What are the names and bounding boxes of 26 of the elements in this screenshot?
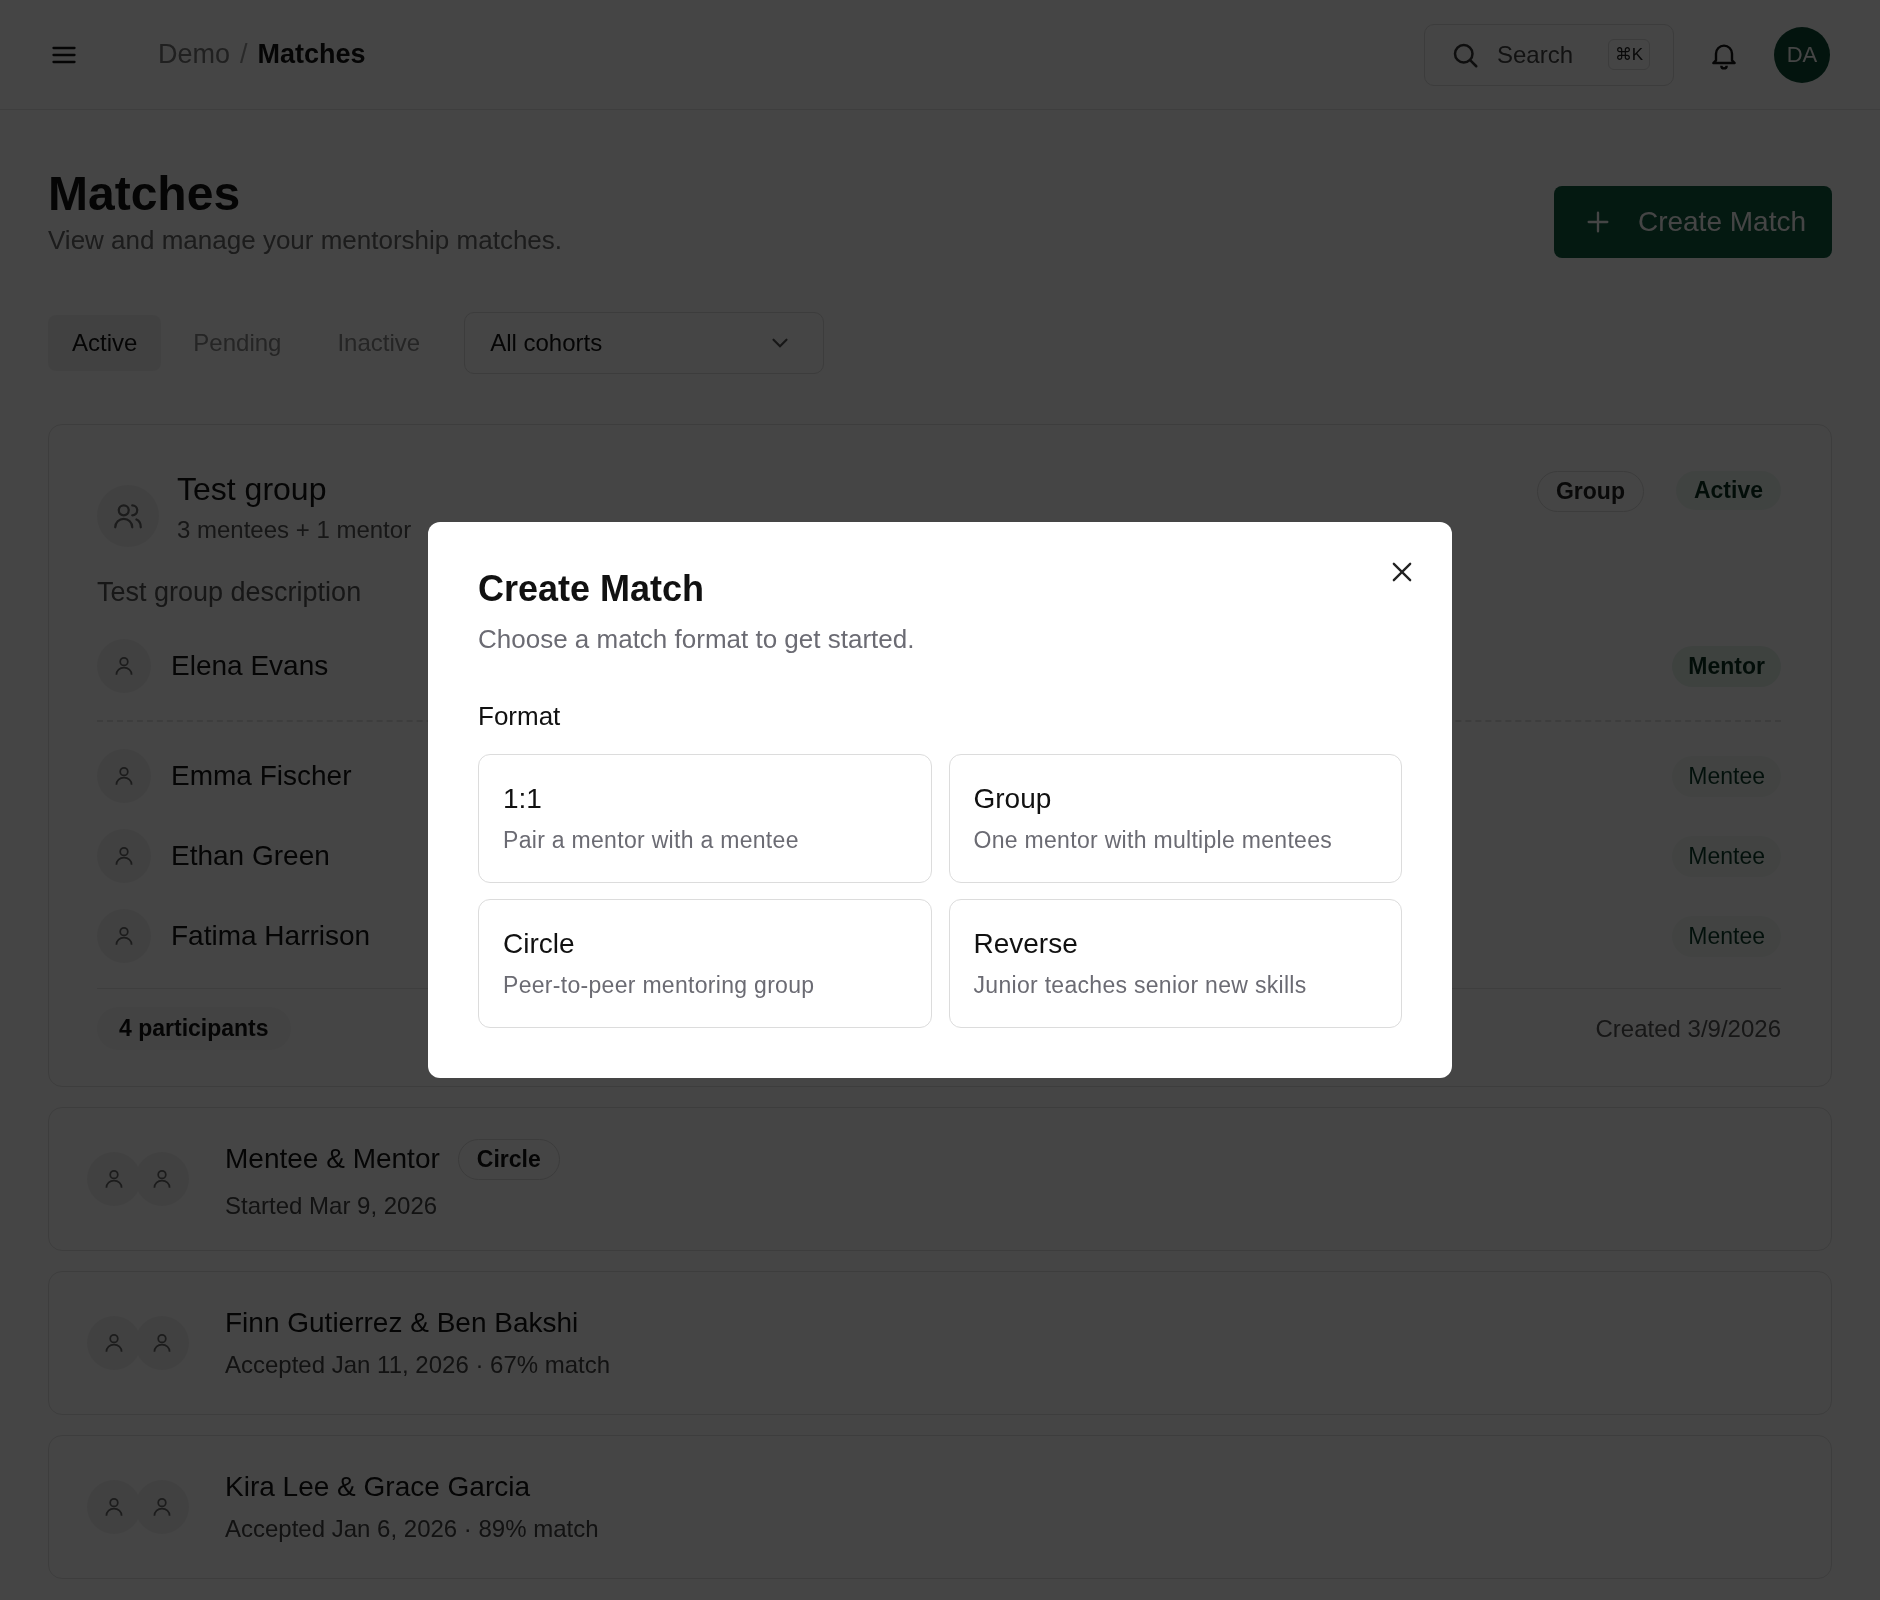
role-tag: Mentor [1672,645,1781,687]
cohort-select[interactable]: All cohorts [464,312,825,374]
format-tag: Circle [457,1138,560,1180]
tag: Group [1536,471,1644,512]
match-title: Mentee & Mentor [225,1143,440,1175]
dialog-title: Create Match [478,568,706,610]
member-name: Elena Evans [171,650,329,682]
breadcrumb-separator: / [240,39,248,70]
match-title: Kira Lee & Grace Garcia [225,1471,531,1503]
tag: Active [1675,471,1781,510]
format-label: Format [478,701,562,732]
group-title: Test group [177,471,328,508]
member-name: Ethan Green [171,840,330,872]
page-title: Matches [48,166,242,221]
format-option[interactable]: Reverse Junior teaches senior new skills [948,899,1402,1028]
member-name: Emma Fischer [171,760,352,792]
breadcrumb-link[interactable]: Matches [257,39,366,70]
filter-tab[interactable]: Active [48,315,162,371]
create-match-button[interactable]: Create Match [1553,186,1832,258]
format-option[interactable]: Circle Peer-to-peer mentoring group [478,899,932,1028]
format-option[interactable]: 1:1 Pair a mentor with a mentee [478,754,932,883]
user-avatar[interactable]: DA [1774,26,1830,83]
match-title: Finn Gutierrez & Ben Bakshi [225,1307,579,1339]
member-name: Fatima Harrison [171,920,371,952]
format-option[interactable]: Group One mentor with multiple mentees [948,754,1402,883]
dialog-subtitle: Choose a match format to get started. [478,624,916,655]
